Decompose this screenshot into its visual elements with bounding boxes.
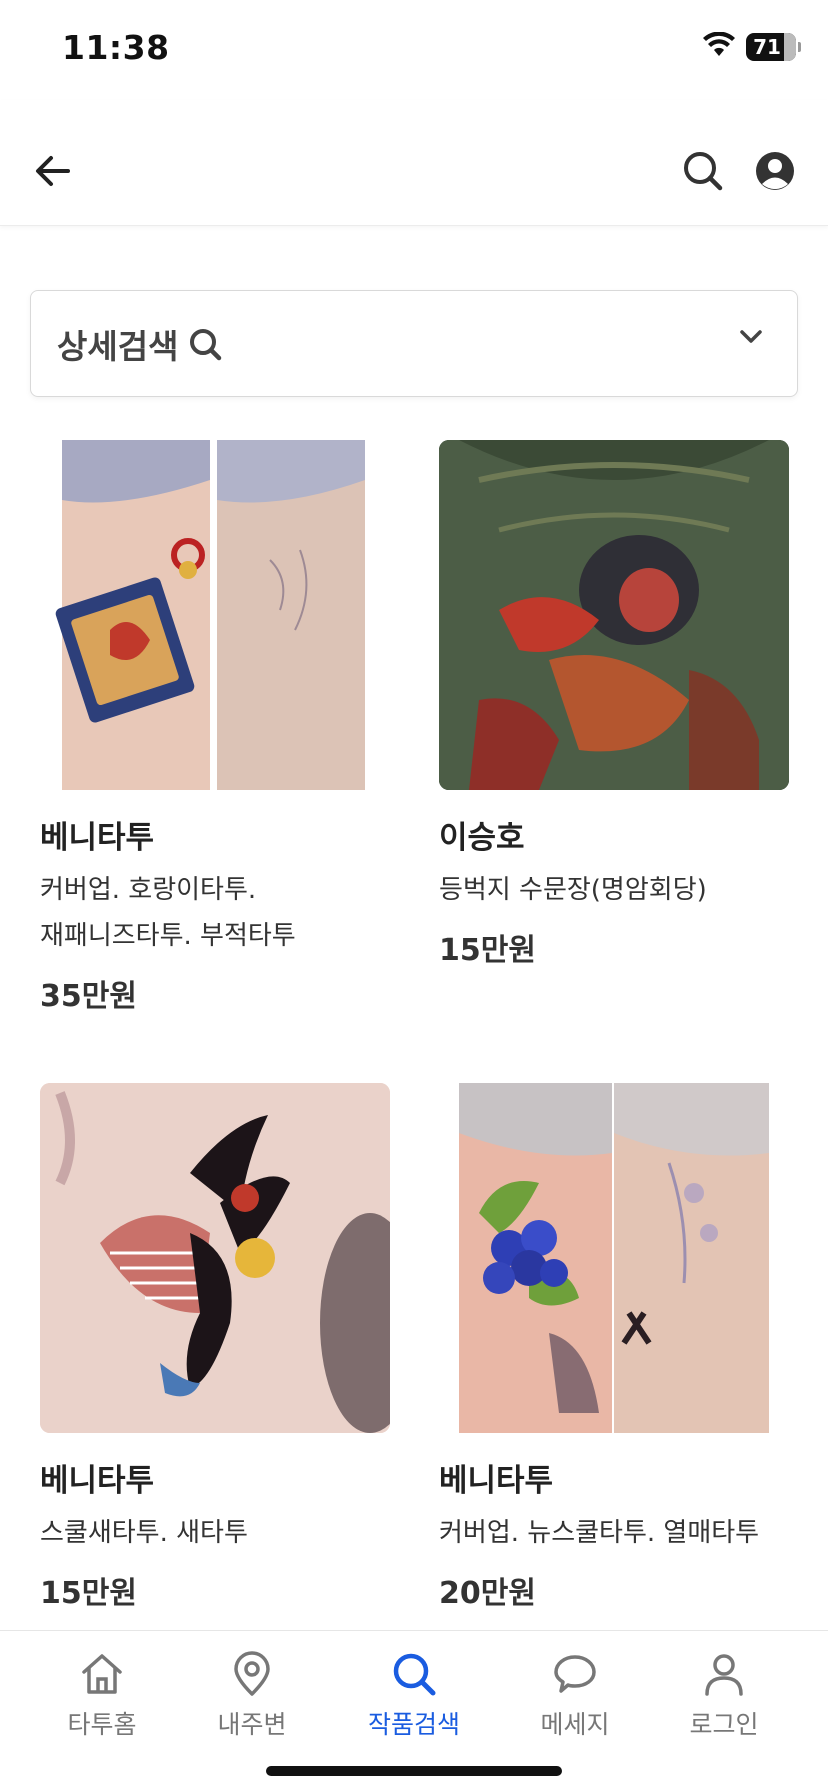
battery-level: 71 <box>753 35 781 59</box>
tab-label: 타투홈 <box>67 1710 137 1739</box>
user-icon <box>701 1651 747 1701</box>
tab-login[interactable]: 로그인 <box>664 1651 784 1741</box>
home-icon <box>79 1651 125 1701</box>
status-bar: 11:38 71 <box>0 0 828 100</box>
artwork-price: 15만원 <box>439 933 536 968</box>
tab-tattoo-home[interactable]: 타투홈 <box>42 1651 162 1741</box>
artwork-card[interactable]: 베니타투 스쿨새타투. 새타투 15만원 <box>40 1083 390 1612</box>
chat-bubble-icon <box>552 1651 598 1701</box>
artwork-tags-line: 스쿨새타투. 새타투 <box>40 1518 248 1548</box>
wifi-icon <box>702 31 736 62</box>
chevron-down-icon <box>739 329 763 349</box>
artwork-tags: 커버업. 호랑이타투. 재패니즈타투. 부적타투 <box>40 867 390 959</box>
artwork-price: 15만원 <box>40 1576 137 1611</box>
artwork-image <box>40 440 390 790</box>
artwork-price: 35만원 <box>40 979 137 1014</box>
detail-search-dropdown[interactable]: 상세검색 <box>30 290 798 397</box>
profile-button[interactable] <box>752 150 798 196</box>
artist-name: 이승호 <box>439 820 525 856</box>
artwork-tags: 커버업. 뉴스쿨타투. 열매타투 <box>439 1510 789 1556</box>
artwork-image <box>439 440 789 790</box>
artwork-card[interactable]: 베니타투 커버업. 호랑이타투. 재패니즈타투. 부적타투 35만원 <box>40 440 390 1015</box>
artwork-tags-line: 커버업. 호랑이타투. <box>40 875 257 905</box>
artist-name: 베니타투 <box>40 820 155 856</box>
battery-icon: 71 <box>746 33 801 61</box>
artwork-image <box>40 1083 390 1433</box>
artwork-tags: 등벅지 수문장(명암회당) <box>439 867 789 913</box>
tab-label: 로그인 <box>689 1710 759 1739</box>
search-icon <box>391 1651 437 1701</box>
user-circle-icon <box>755 151 795 195</box>
search-icon <box>683 151 723 195</box>
artwork-tags: 스쿨새타투. 새타투 <box>40 1510 390 1556</box>
artwork-tags-line: 등벅지 수문장(명암회당) <box>439 875 707 905</box>
header-search-button[interactable] <box>680 150 726 196</box>
back-button[interactable] <box>30 150 76 196</box>
artist-name: 베니타투 <box>40 1463 155 1499</box>
home-indicator[interactable] <box>266 1766 562 1776</box>
tab-label: 작품검색 <box>367 1710 460 1739</box>
artwork-card[interactable]: 베니타투 커버업. 뉴스쿨타투. 열매타투 20만원 <box>439 1083 789 1612</box>
status-time: 11:38 <box>62 28 170 67</box>
tab-nearby[interactable]: 내주변 <box>192 1651 312 1741</box>
map-pin-icon <box>229 1651 275 1701</box>
app-header <box>0 100 828 226</box>
artwork-tags-line: 재패니즈타투. 부적타투 <box>40 921 296 951</box>
tab-artwork-search[interactable]: 작품검색 <box>354 1651 474 1741</box>
tab-label: 메세지 <box>540 1710 610 1739</box>
artwork-image <box>439 1083 789 1433</box>
artwork-card[interactable]: 이승호 등벅지 수문장(명암회당) 15만원 <box>439 440 789 969</box>
arrow-left-icon <box>35 155 71 191</box>
artist-name: 베니타투 <box>439 1463 554 1499</box>
status-icons: 71 <box>702 31 801 62</box>
tab-label: 내주변 <box>217 1710 287 1739</box>
search-icon <box>188 327 222 361</box>
tab-messages[interactable]: 메세지 <box>515 1651 635 1741</box>
artwork-price: 20만원 <box>439 1576 536 1611</box>
artwork-tags-line: 커버업. 뉴스쿨타투. 열매타투 <box>439 1518 760 1548</box>
detail-search-label: 상세검색 <box>57 326 179 366</box>
